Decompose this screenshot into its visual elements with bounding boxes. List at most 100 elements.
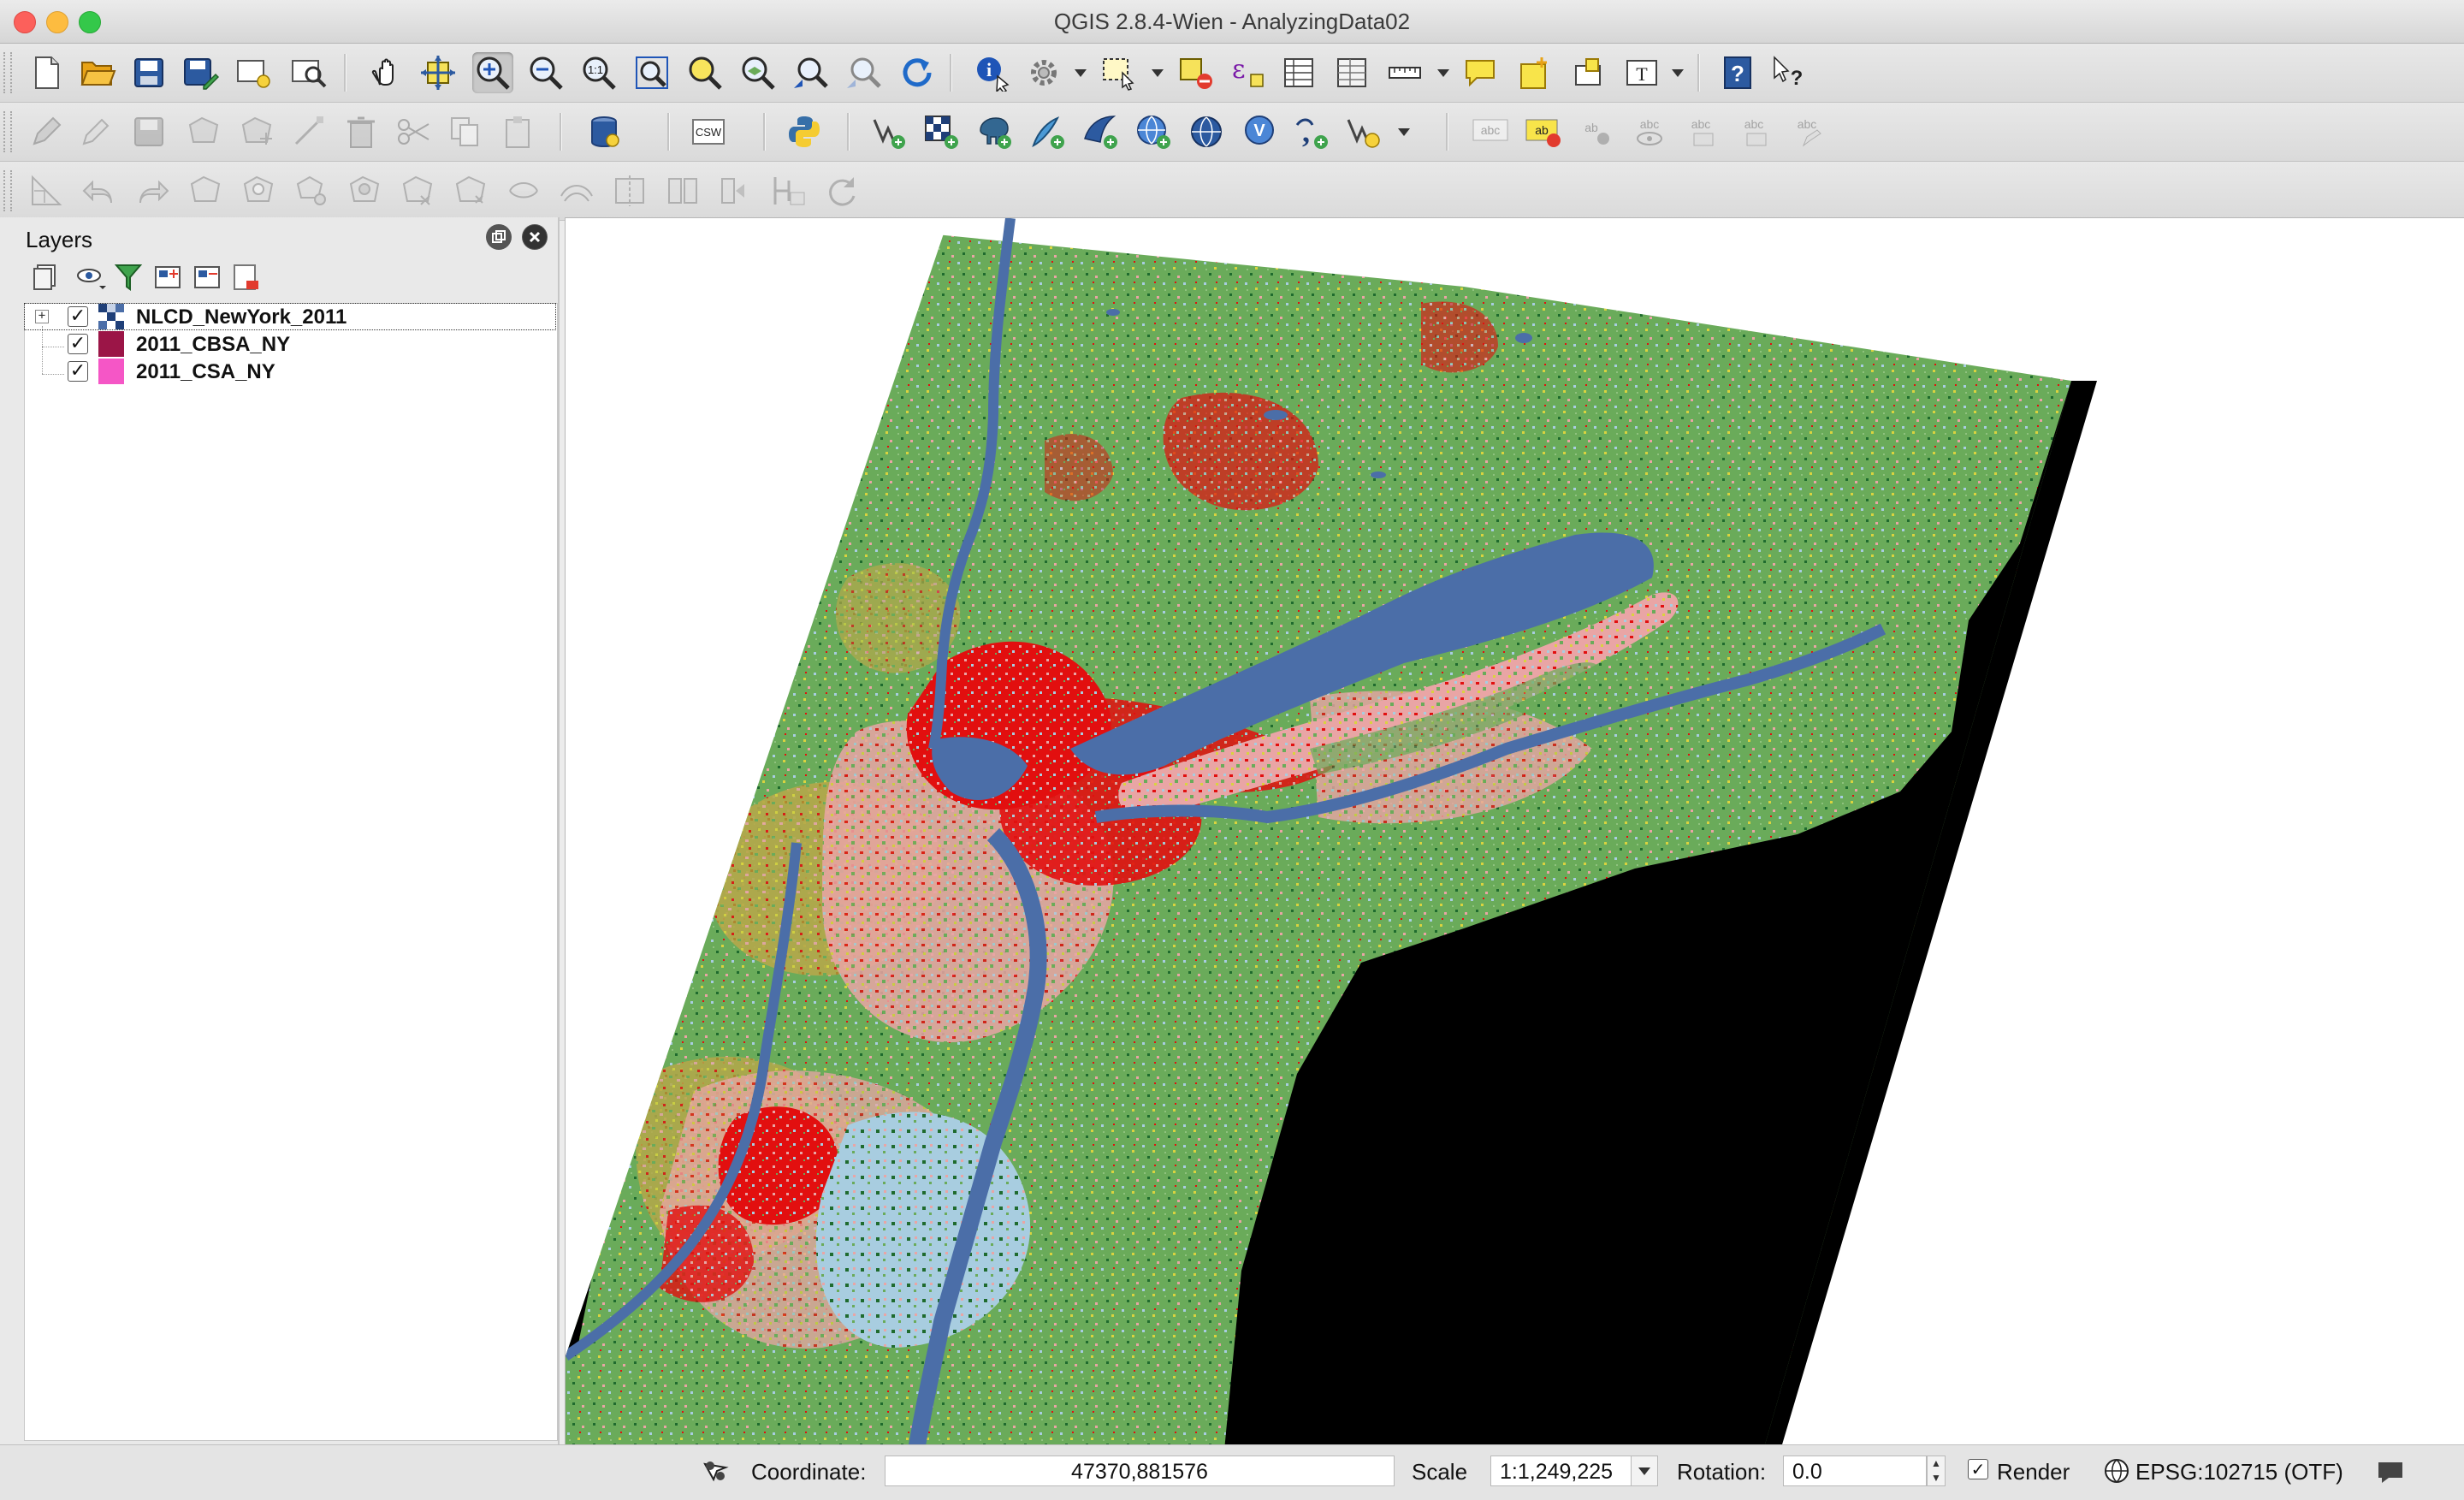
add-wfs-layer-button[interactable]: V [1239,111,1280,152]
split-features-button[interactable] [609,170,650,211]
zoom-full-button[interactable] [631,52,672,93]
messages-icon[interactable] [2375,1456,2406,1486]
change-label-button[interactable]: abc [1788,111,1829,152]
layer-visibility-checkbox[interactable]: ✓ [68,306,88,327]
map-tips-button[interactable] [1460,52,1501,93]
action-dropdown-caret[interactable] [1075,69,1087,77]
save-project-button[interactable] [128,52,169,93]
show-bookmarks-button[interactable] [1569,52,1610,93]
expand-all-button[interactable] [151,260,185,294]
merge-features-button[interactable] [715,170,756,211]
rotate-point-symbols-button[interactable] [821,170,862,211]
db-manager-button[interactable] [583,111,625,152]
layer-row-nlcd[interactable]: + ✓ NLCD_NewYork_2011 [24,303,556,330]
render-checkbox[interactable]: ✓ [1968,1459,1988,1479]
save-project-as-button[interactable] [180,52,221,93]
crs-globe-icon[interactable] [2101,1456,2132,1486]
filter-legend-button[interactable] [111,260,145,294]
panel-float-icon[interactable] [486,224,512,250]
composer-manager-button[interactable] [287,52,329,93]
redo-button[interactable] [132,170,173,211]
layer-visibility-checkbox[interactable]: ✓ [68,334,88,354]
simplify-feature-button[interactable] [185,170,226,211]
coordinate-toggle-icon[interactable] [700,1456,731,1486]
add-part-button[interactable] [291,170,332,211]
csw-client-button[interactable]: CSW [688,111,729,152]
select-dropdown-caret[interactable] [1152,69,1164,77]
toolbar-grip[interactable] [3,111,12,152]
zoom-last-button[interactable] [791,52,832,93]
annotation-dropdown-caret[interactable] [1672,69,1684,77]
copy-features-button[interactable] [445,111,486,152]
coordinate-field[interactable]: 47370,881576 [885,1456,1395,1486]
refresh-button[interactable] [897,52,938,93]
open-project-button[interactable] [77,52,118,93]
zoom-next-button[interactable] [844,52,885,93]
add-vector-layer-button[interactable] [868,111,909,152]
pan-map-button[interactable] [366,52,407,93]
paste-features-button[interactable] [498,111,539,152]
rotation-spinbox[interactable]: 0.0 [1783,1456,1927,1486]
add-feature-button[interactable] [183,111,224,152]
add-delimited-text-layer-button[interactable]: , [1290,111,1331,152]
crs-label[interactable]: EPSG:102715 (OTF) [2135,1457,2343,1486]
advanced-digitize-button[interactable] [26,170,67,211]
add-wcs-layer-button[interactable] [1186,111,1227,152]
panel-close-icon[interactable] [522,224,548,250]
open-attribute-table-button[interactable] [1278,52,1319,93]
manage-visibility-button[interactable] [74,260,108,294]
move-feature-button[interactable] [236,111,277,152]
add-postgis-layer-button[interactable] [974,111,1015,152]
add-ring-button[interactable] [238,170,279,211]
identify-features-button[interactable]: i [972,52,1013,93]
toolbar-grip[interactable] [3,52,12,93]
new-project-button[interactable] [26,52,67,93]
zoom-in-button[interactable] [472,52,513,93]
remove-layer-button[interactable] [229,260,264,294]
cut-features-button[interactable] [394,111,435,152]
fill-ring-button[interactable] [344,170,385,211]
statistical-summary-button[interactable] [1331,52,1372,93]
label-tool-button[interactable]: abc [1470,111,1511,152]
new-print-composer-button[interactable] [233,52,274,93]
show-hide-labels-button[interactable]: abc [1629,111,1670,152]
scale-combobox[interactable]: 1:1,249,225 [1490,1456,1641,1486]
pan-to-selection-button[interactable] [418,52,459,93]
run-feature-action-button[interactable] [1023,52,1064,93]
layer-row-csa[interactable]: ✓ 2011_CSA_NY [25,359,555,384]
field-calculator-button[interactable]: ε [1227,52,1268,93]
delete-ring-button[interactable] [397,170,438,211]
layer-row-cbsa[interactable]: ✓ 2011_CBSA_NY [25,331,555,357]
pin-labels-button[interactable]: ab [1576,111,1617,152]
help-contents-button[interactable]: ? [1718,52,1759,93]
scale-dropdown-button[interactable] [1631,1456,1658,1486]
zoom-to-layer-button[interactable] [737,52,779,93]
toggle-editing-button[interactable] [74,111,115,152]
deselect-all-button[interactable] [1176,52,1217,93]
add-group-button[interactable] [29,260,63,294]
merge-attributes-button[interactable] [768,170,809,211]
layer-visibility-checkbox[interactable]: ✓ [68,361,88,382]
add-spatialite-layer-button[interactable] [1027,111,1068,152]
current-edits-button[interactable] [26,111,67,152]
zoom-out-button[interactable] [525,52,566,93]
text-annotation-button[interactable]: T [1622,52,1663,93]
add-wms-layer-button[interactable] [1133,111,1174,152]
toolbar-grip[interactable] [3,170,12,211]
undo-button[interactable] [79,170,120,211]
new-bookmark-button[interactable] [1514,52,1555,93]
rotation-spin-arrows[interactable]: ▲ ▼ [1927,1456,1946,1486]
zoom-to-selection-button[interactable] [684,52,726,93]
layer-labeling-button[interactable]: ab [1523,111,1564,152]
add-raster-layer-button[interactable] [921,111,962,152]
python-console-button[interactable] [784,111,825,152]
zoom-actual-size-button[interactable]: 1:1 [578,52,619,93]
new-layer-dropdown-caret[interactable] [1398,128,1410,136]
delete-part-button[interactable] [450,170,491,211]
delete-selected-button[interactable] [341,111,382,152]
split-parts-button[interactable] [662,170,703,211]
collapse-all-button[interactable] [190,260,224,294]
whats-this-button[interactable]: ? [1768,52,1809,93]
new-shapefile-layer-button[interactable] [1342,111,1383,152]
select-features-button[interactable] [1099,52,1140,93]
